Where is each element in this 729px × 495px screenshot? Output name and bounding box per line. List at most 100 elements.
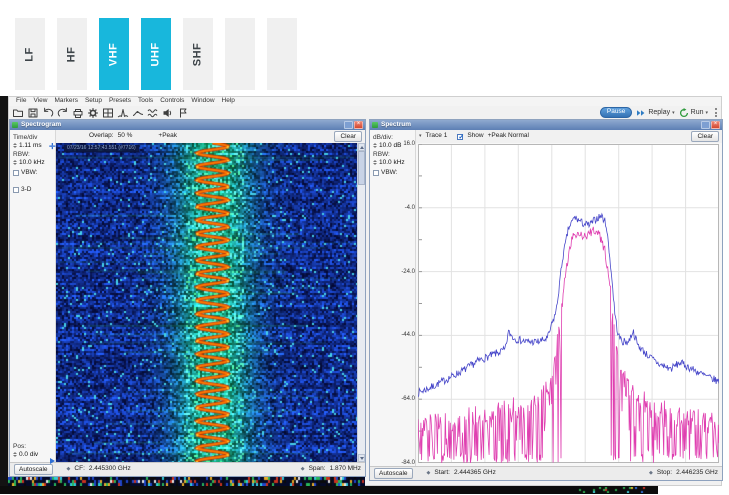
- spectrogram-scrollbar[interactable]: [357, 143, 365, 462]
- vbw-checkbox[interactable]: [13, 170, 19, 177]
- stop-value[interactable]: 2.446235 GHz: [676, 470, 718, 477]
- start-label: Start:: [434, 469, 450, 477]
- menu-item-view[interactable]: View: [33, 98, 47, 105]
- background-spectrogram-strip: [8, 477, 365, 486]
- position-marker-icon: [50, 458, 55, 464]
- span-label: Span:: [308, 465, 326, 473]
- scroll-down-icon[interactable]: [358, 454, 365, 462]
- save-icon[interactable]: [27, 107, 39, 119]
- close-button[interactable]: [354, 121, 363, 129]
- spinner-icon[interactable]: [373, 143, 377, 149]
- open-icon[interactable]: [12, 107, 24, 119]
- run-label: Run: [690, 109, 704, 116]
- clear-button[interactable]: Clear: [334, 131, 362, 142]
- show-checkbox[interactable]: [457, 133, 464, 141]
- redo-icon[interactable]: [57, 107, 69, 119]
- menu-item-file[interactable]: File: [16, 98, 26, 105]
- rbw-field[interactable]: 10.0 kHz: [13, 159, 55, 167]
- spectrogram-canvas[interactable]: [56, 143, 357, 462]
- vbw-checkbox[interactable]: [373, 170, 379, 177]
- scrollbar-thumb[interactable]: [358, 151, 365, 185]
- spectrum-plot: [418, 144, 719, 463]
- chevron-down-icon[interactable]: [419, 133, 422, 140]
- background-black-bar: [0, 486, 658, 494]
- restore-button[interactable]: [344, 121, 353, 129]
- pos-label: Pos:: [13, 443, 27, 450]
- print-icon[interactable]: [72, 107, 84, 119]
- threed-checkbox[interactable]: [13, 186, 19, 193]
- spinner-icon[interactable]: [373, 160, 377, 166]
- close-button[interactable]: [711, 121, 720, 129]
- detector-value[interactable]: +Peak Normal: [488, 133, 529, 140]
- spectrum-panel: Spectrum dB/div: 10.0 dB RBW: 10.0 kHz V…: [369, 119, 723, 481]
- band-tab-label: HF: [65, 46, 78, 62]
- spinner-icon[interactable]: [13, 452, 17, 458]
- screenshot-root: LF HF VHF UHF SHF File View Markers Setup Preset…: [0, 0, 729, 495]
- band-tab-vhf[interactable]: VHF: [99, 18, 129, 90]
- pause-button[interactable]: Pause: [599, 106, 633, 119]
- audio-icon[interactable]: [162, 107, 174, 119]
- window-icon: [12, 122, 18, 128]
- restore-button[interactable]: [701, 121, 710, 129]
- displays-icon[interactable]: [102, 107, 114, 119]
- y-axis-label: -4.0: [404, 204, 415, 211]
- spinner-icon[interactable]: [13, 160, 17, 166]
- spinner-icon[interactable]: [13, 143, 17, 149]
- spectrum-statusbar: Autoscale Start: 2.444365 GHz Stop: 2.44…: [370, 466, 722, 480]
- y-axis-label: -44.0: [401, 332, 415, 339]
- show-label: Show: [467, 132, 484, 140]
- run-button[interactable]: Run: [679, 107, 708, 118]
- spectrum-titlebar[interactable]: Spectrum: [370, 120, 722, 130]
- menu-item-markers[interactable]: Markers: [54, 98, 77, 105]
- vbw-checkbox-row: VBW:: [13, 169, 55, 177]
- traces-icon[interactable]: [147, 107, 159, 119]
- scroll-up-icon[interactable]: [358, 143, 365, 151]
- band-tab-uhf[interactable]: UHF: [141, 18, 171, 90]
- undo-icon[interactable]: [42, 107, 54, 119]
- overlap-value[interactable]: 50 %: [118, 133, 133, 140]
- autoscale-button[interactable]: Autoscale: [374, 468, 413, 479]
- spectrum-icon[interactable]: [117, 107, 129, 119]
- pos-field[interactable]: 0.0 div: [13, 451, 55, 459]
- markers-icon[interactable]: [177, 107, 189, 119]
- menu-item-tools[interactable]: Tools: [138, 98, 153, 105]
- overflow-menu-icon[interactable]: [715, 108, 717, 117]
- replay-button[interactable]: Replay: [636, 109, 674, 117]
- clear-button[interactable]: Clear: [691, 131, 719, 142]
- cf-value[interactable]: 2.445300 GHz: [89, 466, 131, 473]
- background-left-edge: [0, 96, 8, 494]
- menu-item-presets[interactable]: Presets: [109, 98, 131, 105]
- menu-item-setup[interactable]: Setup: [85, 98, 102, 105]
- rbw-label: RBW:: [373, 151, 390, 158]
- menu-item-controls[interactable]: Controls: [160, 98, 184, 105]
- menu-item-help[interactable]: Help: [222, 98, 235, 105]
- detector-value[interactable]: +Peak: [158, 133, 177, 140]
- spectrogram-header: Overlap: 50 % +Peak Clear: [56, 130, 365, 143]
- settings-gear-icon[interactable]: [87, 107, 99, 119]
- spectrum-header: Trace 1 Show +Peak Normal Clear: [416, 130, 722, 143]
- spectrogram-titlebar[interactable]: Spectrogram: [10, 120, 365, 130]
- start-value[interactable]: 2.444365 GHz: [454, 470, 496, 477]
- band-tab-label: LF: [23, 46, 36, 62]
- overlap-label: Overlap:: [89, 132, 114, 140]
- analyzer-window: File View Markers Setup Presets Tools Controls…: [8, 96, 723, 486]
- diamond-icon: [649, 471, 653, 476]
- analysis-icon[interactable]: [132, 107, 144, 119]
- spectrogram-statusbar: Autoscale CF: 2.445300 GHz Span: 1.870 M…: [10, 462, 365, 476]
- band-tab-shf[interactable]: SHF: [183, 18, 213, 90]
- band-tab-empty-5[interactable]: [225, 18, 255, 90]
- span-value[interactable]: 1.870 MHz: [330, 466, 361, 473]
- spectrum-plot-area[interactable]: 16.0 -4.0 -24.0 -44.0 -64.0 -84.0: [401, 141, 719, 466]
- autoscale-button[interactable]: Autoscale: [14, 464, 53, 475]
- spectrogram-sidebar: Time/div 1.11 ms RBW: 10.0 kHz VBW: 3-D …: [10, 130, 56, 462]
- menu-item-window[interactable]: Window: [191, 98, 214, 105]
- y-axis-label: 16.0: [403, 141, 415, 147]
- spectrum-sidebar: dB/div: 10.0 dB RBW: 10.0 kHz VBW:: [370, 130, 416, 466]
- band-tab-hf[interactable]: HF: [57, 18, 87, 90]
- trace-selector[interactable]: Trace 1: [426, 133, 448, 140]
- spectrogram-display[interactable]: 07/23/16 12:57:43.551 (#7716): [50, 143, 357, 464]
- band-tab-lf[interactable]: LF: [15, 18, 45, 90]
- rbw-label: RBW:: [13, 151, 30, 158]
- rbw-field[interactable]: 10.0 kHz: [373, 159, 415, 167]
- band-tab-empty-6[interactable]: [267, 18, 297, 90]
